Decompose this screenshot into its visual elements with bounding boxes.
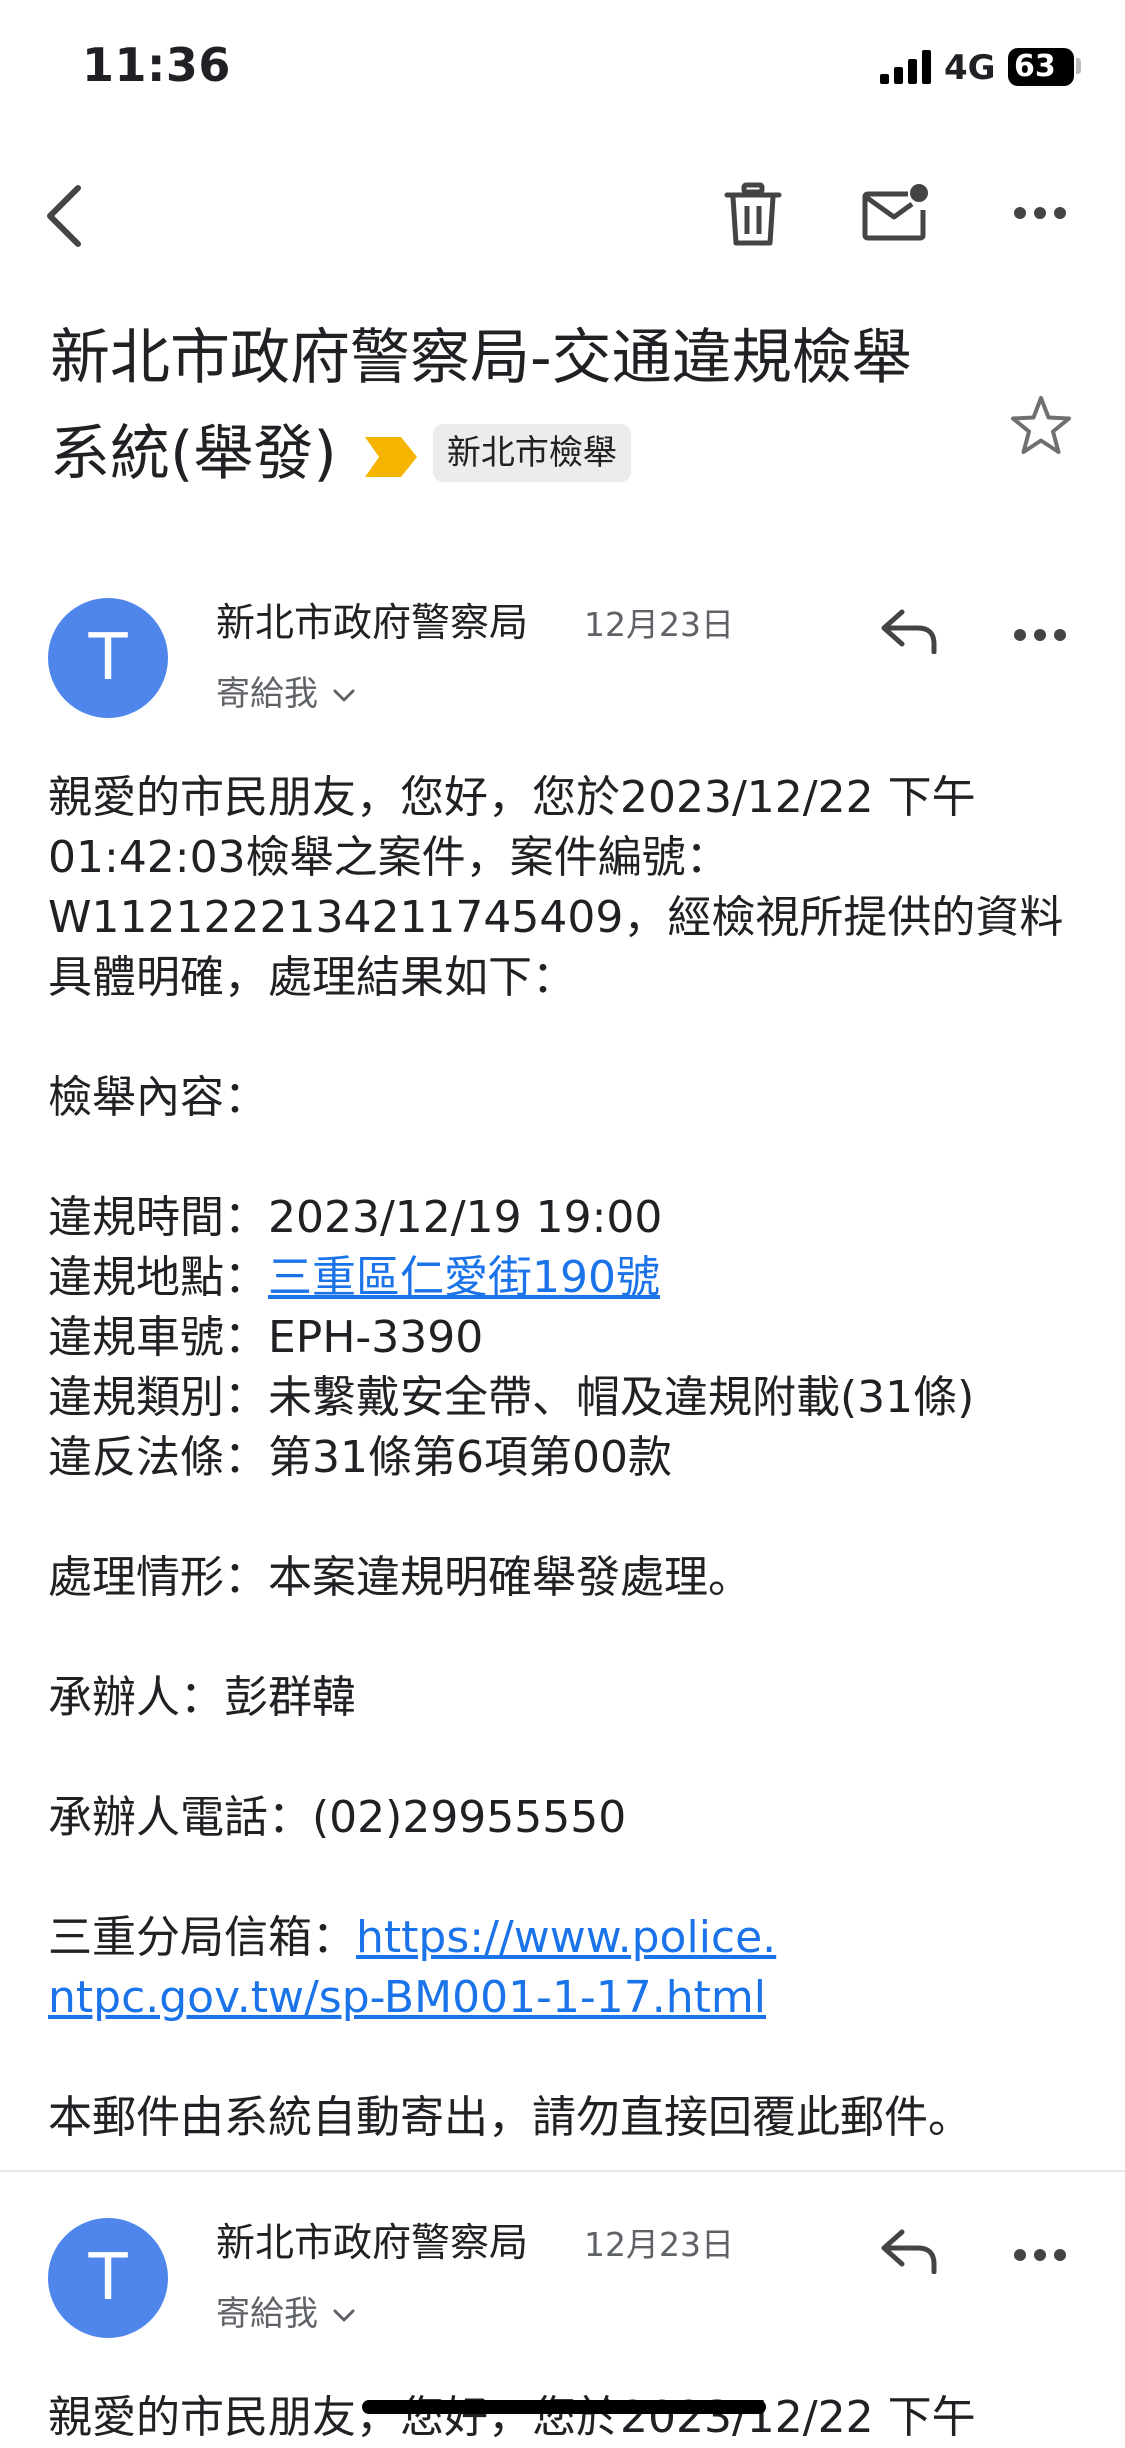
sender-name[interactable]: 新北市政府警察局 xyxy=(216,592,528,648)
violation-category-row: 違規類別：未繫戴安全帶、帽及違規附載(31條) xyxy=(48,1368,1093,1428)
home-indicator[interactable] xyxy=(362,2400,766,2414)
mail-unread-icon[interactable] xyxy=(862,182,930,242)
violation-category-value: 未繫戴安全帶、帽及違規附載(31條) xyxy=(268,1372,975,1423)
sender-name-2[interactable]: 新北市政府警察局 xyxy=(216,2212,528,2268)
violation-time-row: 違規時間：2023/12/19 19:00 xyxy=(48,1188,1093,1248)
message-divider xyxy=(0,2170,1125,2172)
chevron-down-icon xyxy=(333,2309,355,2321)
handler-value: 彭群韓 xyxy=(224,1672,356,1723)
violation-time-label: 違規時間： xyxy=(48,1192,268,1243)
violation-category-label: 違規類別： xyxy=(48,1372,268,1423)
violation-plate-row: 違規車號：EPH-3390 xyxy=(48,1308,1093,1368)
mailbox-label: 三重分局信箱： xyxy=(48,1912,356,1963)
label-chip[interactable]: 新北市檢舉 xyxy=(432,424,631,483)
handler-phone-value: (02)29955550 xyxy=(312,1792,627,1843)
violation-time-value: 2023/12/19 19:00 xyxy=(268,1192,663,1243)
violation-law-label: 違反法條： xyxy=(48,1432,268,1483)
mailbox-link-part1[interactable]: https://www.police. xyxy=(356,1912,776,1963)
section-title: 檢舉內容： xyxy=(48,1072,268,1123)
recipient-toggle[interactable]: 寄給我 xyxy=(216,666,356,715)
back-icon[interactable] xyxy=(42,184,86,248)
sender-avatar-2[interactable]: T xyxy=(48,2218,168,2338)
email-subject: 新北市政府警察局-交通違規檢舉系統(舉發) 新北市檢舉 xyxy=(50,310,970,502)
mailbox-link-part2[interactable]: ntpc.gov.tw/sp-BM001-1-17.html xyxy=(48,1972,766,2023)
violation-location-label: 違規地點： xyxy=(48,1252,268,1303)
recipient-label: 寄給我 xyxy=(216,674,318,714)
message-preview: 親愛的市民朋友，您好，您於2023/12/22 下午 xyxy=(48,2392,976,2443)
avatar-letter: T xyxy=(88,621,128,695)
email-body: 親愛的市民朋友，您好，您於2023/12/22 下午01:42:03檢舉之案件，… xyxy=(48,768,1093,2148)
handler-phone-row: 承辦人電話：(02)29955550 xyxy=(48,1788,1093,1848)
battery-icon: 63 xyxy=(1008,48,1074,86)
message-more-icon-2[interactable] xyxy=(1014,2248,1066,2262)
violation-plate-label: 違規車號： xyxy=(48,1312,268,1363)
violation-location-row: 違規地點：三重區仁愛街190號 xyxy=(48,1248,1093,1308)
violation-law-row: 違反法條：第31條第6項第00款 xyxy=(48,1428,1093,1488)
more-horizontal-icon[interactable] xyxy=(1014,206,1066,220)
network-type: 4G xyxy=(944,48,996,88)
chevron-down-icon xyxy=(333,689,355,701)
star-outline-icon[interactable] xyxy=(1010,395,1072,457)
sent-date: 12月23日 xyxy=(584,605,734,644)
violation-plate-value: EPH-3390 xyxy=(268,1312,484,1363)
sender-avatar[interactable]: T xyxy=(48,598,168,718)
intro-paragraph: 親愛的市民朋友，您好，您於2023/12/22 下午01:42:03檢舉之案件，… xyxy=(48,772,1064,1003)
battery-level: 63 xyxy=(1014,49,1056,84)
mailbox-row: 三重分局信箱：https://www.police. xyxy=(48,1908,1093,1968)
violation-law-value: 第31條第6項第00款 xyxy=(268,1432,672,1483)
status-row: 處理情形：本案違規明確舉發處理。 xyxy=(48,1548,1093,1608)
status-value: 本案違規明確舉發處理。 xyxy=(268,1552,752,1603)
mailbox-row-2: ntpc.gov.tw/sp-BM001-1-17.html xyxy=(48,1968,1093,2028)
handler-label: 承辦人： xyxy=(48,1672,224,1723)
battery-cap xyxy=(1076,58,1081,74)
status-bar: 11:36 4G 63 xyxy=(0,0,1125,140)
reply-icon[interactable] xyxy=(880,608,938,654)
handler-phone-label: 承辦人電話： xyxy=(48,1792,312,1843)
violation-location-link[interactable]: 三重區仁愛街190號 xyxy=(268,1252,660,1303)
importance-marker-icon[interactable] xyxy=(364,435,417,479)
recipient-label-2: 寄給我 xyxy=(216,2294,318,2334)
status-label: 處理情形： xyxy=(48,1552,268,1603)
footer-note: 本郵件由系統自動寄出，請勿直接回覆此郵件。 xyxy=(48,2092,972,2143)
handler-row: 承辦人：彭群韓 xyxy=(48,1668,1093,1728)
recipient-toggle-2[interactable]: 寄給我 xyxy=(216,2286,356,2335)
status-time: 11:36 xyxy=(82,38,231,92)
reply-icon[interactable] xyxy=(880,2228,938,2274)
message-more-icon[interactable] xyxy=(1014,628,1066,642)
avatar-letter-2: T xyxy=(88,2241,128,2315)
sent-date-2: 12月23日 xyxy=(584,2225,734,2264)
trash-icon[interactable] xyxy=(724,182,782,248)
cellular-signal-icon xyxy=(880,50,931,84)
